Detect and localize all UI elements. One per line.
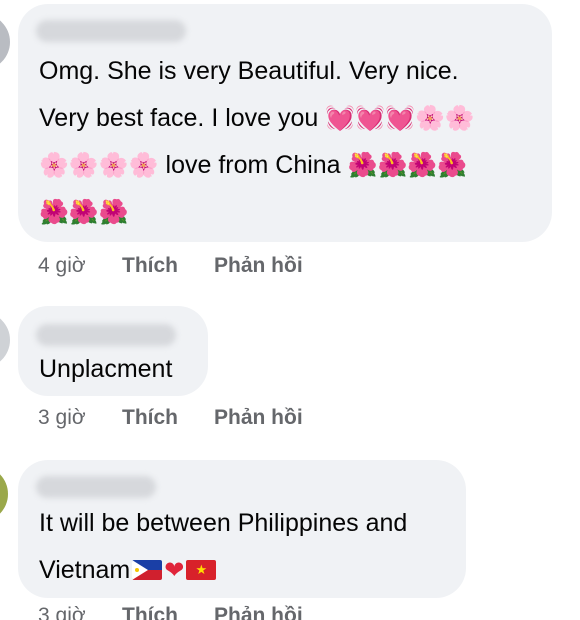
comment-timestamp[interactable]: 4 giờ	[38, 254, 122, 278]
author-name-blurred[interactable]	[36, 324, 176, 346]
reply-button[interactable]: Phản hồi	[214, 254, 303, 278]
comment-text-line: Vietnam	[39, 556, 131, 584]
comment-text-line: Very best face. I love you	[39, 104, 319, 132]
comment-timestamp[interactable]: 3 giờ	[38, 604, 122, 620]
avatar[interactable]	[0, 14, 10, 70]
philippines-flag-icon	[132, 560, 163, 580]
comment-text-line: love from China	[165, 151, 341, 179]
star-icon: ★	[195, 562, 208, 577]
hibiscus-icon: 🌺	[407, 152, 438, 179]
hibiscus-icon: 🌺	[39, 199, 69, 226]
comment-actions: 4 giờ Thích Phản hồi	[38, 254, 303, 278]
comment-bubble: Omg. She is very Beautiful. Very nice. Ve…	[18, 4, 552, 242]
comment-timestamp[interactable]: 3 giờ	[38, 406, 122, 430]
like-button[interactable]: Thích	[122, 604, 214, 620]
like-button[interactable]: Thích	[122, 254, 214, 278]
cherry-blossom-icon: 🌸	[444, 105, 475, 132]
cherry-blossom-icon: 🌸	[39, 152, 69, 179]
comment-text: Unplacment	[39, 346, 199, 393]
hibiscus-icon: 🌺	[437, 152, 468, 179]
reply-button[interactable]: Phản hồi	[214, 406, 303, 430]
author-name-blurred[interactable]	[36, 20, 186, 42]
avatar[interactable]	[0, 312, 10, 368]
comment-text: Omg. She is very Beautiful. Very nice. Ve…	[39, 48, 539, 236]
heart-icon: 💓	[355, 105, 386, 132]
hibiscus-icon: 🌺	[98, 199, 129, 226]
vietnam-flag-icon: ★	[186, 560, 217, 580]
heart-icon: 💓	[325, 105, 356, 132]
cherry-blossom-icon: 🌸	[414, 105, 445, 132]
comment-bubble: Unplacment	[18, 306, 208, 396]
cherry-blossom-icon: 🌸	[128, 152, 159, 179]
like-button[interactable]: Thích	[122, 406, 214, 430]
comment-text: It will be between Philippines and Vietna…	[39, 500, 459, 594]
cherry-blossom-icon: 🌸	[98, 152, 129, 179]
red-heart-icon: ❤	[164, 557, 185, 584]
comment-text-line: It will be between Philippines and	[39, 509, 408, 537]
heart-icon: 💓	[385, 105, 415, 132]
comment-actions: 3 giờ Thích Phản hồi	[38, 406, 303, 430]
comment-actions: 3 giờ Thích Phản hồi	[38, 604, 303, 620]
hibiscus-icon: 🌺	[377, 152, 408, 179]
reply-button[interactable]: Phản hồi	[214, 604, 303, 620]
hibiscus-icon: 🌺	[347, 152, 378, 179]
hibiscus-icon: 🌺	[68, 199, 99, 226]
avatar[interactable]	[0, 466, 8, 522]
comment-bubble: It will be between Philippines and Vietna…	[18, 460, 466, 598]
comment-text-line: Unplacment	[39, 355, 173, 383]
cherry-blossom-icon: 🌸	[68, 152, 99, 179]
comment-text-line: Omg. She is very Beautiful. Very nice.	[39, 57, 459, 85]
author-name-blurred[interactable]	[36, 476, 156, 498]
comments-feed: Omg. She is very Beautiful. Very nice. Ve…	[0, 0, 580, 620]
